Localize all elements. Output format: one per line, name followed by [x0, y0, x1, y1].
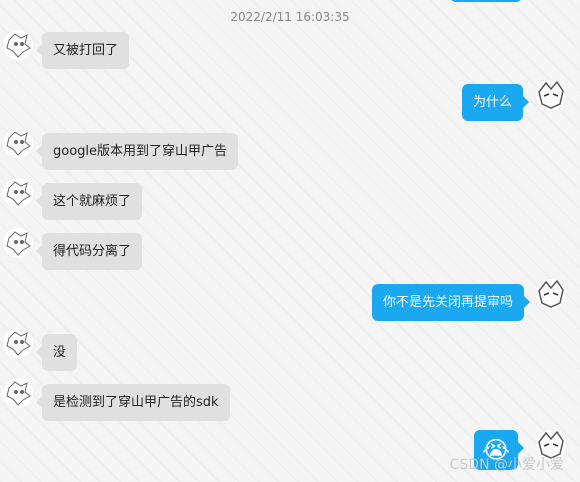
- message-bubble-incoming[interactable]: 没: [35, 334, 78, 371]
- csdn-watermark: CSDN @小爱小爱: [449, 457, 564, 473]
- message-timestamp: 2022/2/11 16:03:35: [230, 10, 350, 24]
- contact-avatar[interactable]: [3, 328, 33, 358]
- message-bubble-outgoing[interactable]: 为什么: [462, 84, 530, 121]
- contact-avatar[interactable]: [3, 30, 33, 60]
- sketch-avatar-icon: [6, 131, 31, 156]
- message-text: 你不是先关闭再提审吗: [383, 295, 514, 310]
- contact-avatar[interactable]: [3, 228, 33, 258]
- sketch-avatar-icon: [6, 33, 31, 58]
- contact-avatar[interactable]: [3, 178, 33, 208]
- anime-avatar-icon: [538, 279, 564, 308]
- contact-avatar[interactable]: [3, 378, 33, 408]
- message-text: 得代码分离了: [53, 244, 132, 259]
- my-avatar[interactable]: [536, 80, 566, 110]
- message-bubble-incoming[interactable]: 得代码分离了: [35, 233, 143, 270]
- message-bubble-incoming[interactable]: 是检测到了穿山甲广告的sdk: [36, 384, 230, 421]
- sketch-avatar-icon: [6, 181, 31, 206]
- message-text: 没: [53, 345, 67, 360]
- message-text: 这个就麻烦了: [53, 194, 132, 209]
- message-text: 为什么: [473, 95, 513, 110]
- message-bubble-incoming[interactable]: 又被打回了: [35, 32, 130, 69]
- sketch-avatar-icon: [6, 381, 31, 406]
- message-text: 是检测到了穿山甲广告的sdk: [53, 395, 219, 410]
- message-text: google版本用到了穿山甲广告: [53, 144, 228, 159]
- my-avatar[interactable]: [536, 279, 566, 309]
- message-bubble-incoming[interactable]: 这个就麻烦了: [35, 183, 143, 220]
- message-bubble-incoming[interactable]: google版本用到了穿山甲广告: [35, 133, 239, 170]
- previous-message-bubble: [450, 0, 522, 2]
- sketch-avatar-icon: [6, 331, 31, 356]
- sketch-avatar-icon: [6, 231, 31, 256]
- message-text: 又被打回了: [53, 43, 119, 58]
- message-bubble-outgoing[interactable]: 你不是先关闭再提审吗: [372, 284, 531, 321]
- contact-avatar[interactable]: [3, 128, 33, 158]
- anime-avatar-icon: [538, 80, 564, 109]
